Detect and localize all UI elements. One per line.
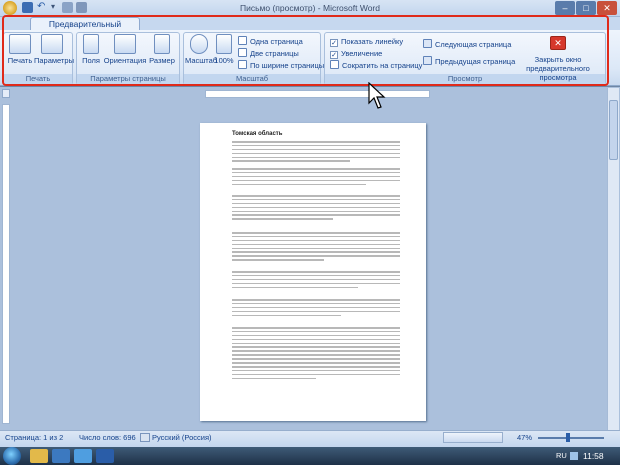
status-language[interactable]: Русский (Россия) xyxy=(152,433,212,442)
proofing-icon[interactable] xyxy=(140,433,150,442)
maximize-button[interactable]: □ xyxy=(576,1,596,15)
taskbar-word-icon[interactable] xyxy=(96,449,114,463)
taskbar xyxy=(0,447,620,465)
window-title: Письмо (просмотр) - Microsoft Word xyxy=(240,3,380,13)
view-buttons[interactable] xyxy=(443,432,503,443)
taskbar-explorer-icon[interactable] xyxy=(30,449,48,463)
document-heading: Томская область xyxy=(232,131,283,137)
document-text-block-7 xyxy=(232,327,400,381)
zoom-slider-thumb[interactable] xyxy=(566,433,570,442)
taskbar-clock[interactable]: 11:58 xyxy=(583,451,604,461)
document-text-block-6 xyxy=(232,299,400,318)
close-window-button[interactable]: ✕ xyxy=(597,1,617,15)
ruler-toggle-button[interactable] xyxy=(2,89,10,98)
language-indicator[interactable]: RU xyxy=(556,451,567,460)
document-text-block-2 xyxy=(232,168,400,187)
document-text-block-4 xyxy=(232,232,400,263)
minimize-button[interactable]: – xyxy=(555,1,575,15)
zoom-slider[interactable] xyxy=(538,437,604,439)
zoom-level[interactable]: 47% xyxy=(517,433,532,442)
horizontal-ruler[interactable] xyxy=(205,90,430,98)
document-text-block-5 xyxy=(232,271,400,290)
highlight-frame xyxy=(2,15,609,86)
taskbar-ie-icon[interactable] xyxy=(74,449,92,463)
document-text-block-1 xyxy=(232,141,400,164)
status-words[interactable]: Число слов: 696 xyxy=(79,433,136,442)
document-text-block-3 xyxy=(232,195,400,222)
scroll-thumb[interactable] xyxy=(609,100,618,160)
mouse-cursor-icon xyxy=(368,82,386,109)
vertical-ruler[interactable] xyxy=(2,104,10,424)
status-page[interactable]: Страница: 1 из 2 xyxy=(5,433,63,442)
start-button[interactable] xyxy=(3,447,21,465)
network-icon[interactable] xyxy=(570,452,578,460)
taskbar-media-icon[interactable] xyxy=(52,449,70,463)
